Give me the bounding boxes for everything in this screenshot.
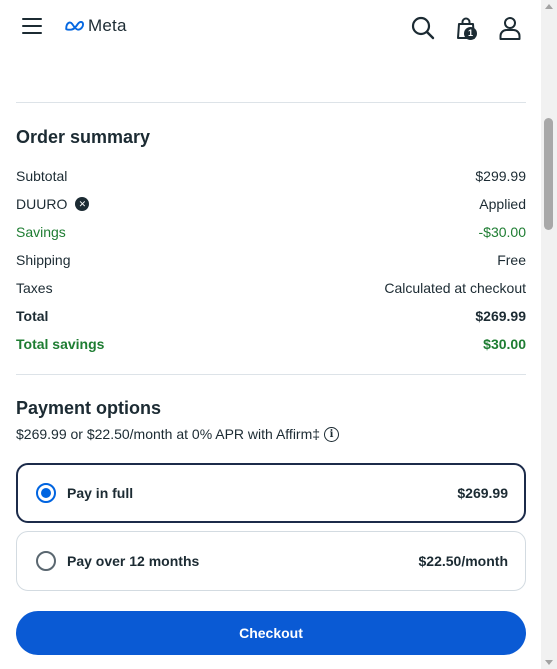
- affirm-text: $269.99 or $22.50/month at 0% APR with A…: [16, 426, 321, 442]
- taxes-label: Taxes: [16, 280, 53, 296]
- subtotal-value: $299.99: [475, 168, 526, 184]
- divider: [16, 102, 526, 103]
- taxes-value: Calculated at checkout: [384, 280, 526, 296]
- remove-promo-icon[interactable]: ✕: [75, 197, 90, 211]
- total-label: Total: [16, 308, 49, 324]
- menu-icon[interactable]: [22, 18, 42, 36]
- meta-logo[interactable]: Meta: [64, 16, 127, 36]
- user-icon[interactable]: [497, 15, 523, 41]
- pay-monthly-price: $22.50/month: [418, 553, 508, 569]
- promo-status: Applied: [479, 196, 526, 212]
- affirm-financing-text: $269.99 or $22.50/month at 0% APR with A…: [16, 426, 340, 442]
- savings-label: Savings: [16, 224, 66, 240]
- savings-row: Savings -$30.00: [16, 222, 526, 242]
- pay-monthly-option[interactable]: Pay over 12 months $22.50/month: [16, 531, 526, 591]
- cart-count-badge: 1: [464, 27, 477, 40]
- promo-code-label: DUURO: [16, 196, 68, 212]
- taxes-row: Taxes Calculated at checkout: [16, 278, 526, 298]
- total-savings-label: Total savings: [16, 336, 105, 352]
- shipping-value: Free: [497, 252, 526, 268]
- subtotal-label: Subtotal: [16, 168, 68, 184]
- checkout-button[interactable]: Checkout: [16, 611, 526, 655]
- subtotal-row: Subtotal $299.99: [16, 166, 526, 186]
- top-nav: Meta 1: [0, 0, 541, 56]
- shipping-label: Shipping: [16, 252, 71, 268]
- scrollbar-thumb[interactable]: [544, 118, 553, 230]
- checkout-page: Meta 1 Order summary Subtotal $299.99 DU…: [0, 0, 557, 669]
- search-icon[interactable]: [410, 15, 436, 41]
- shipping-row: Shipping Free: [16, 250, 526, 270]
- total-row: Total $269.99: [16, 306, 526, 326]
- radio-pay-monthly[interactable]: [36, 551, 56, 571]
- pay-in-full-label: Pay in full: [67, 485, 134, 501]
- pay-in-full-price: $269.99: [457, 485, 508, 501]
- pay-in-full-option[interactable]: Pay in full $269.99: [16, 463, 526, 523]
- total-savings-value: $30.00: [483, 336, 526, 352]
- total-value: $269.99: [475, 308, 526, 324]
- total-savings-row: Total savings $30.00: [16, 334, 526, 354]
- info-icon[interactable]: i: [324, 426, 340, 442]
- payment-options-title: Payment options: [16, 398, 162, 418]
- pay-monthly-label: Pay over 12 months: [67, 553, 200, 569]
- brand-name: Meta: [88, 16, 127, 35]
- scrollbar-track[interactable]: [541, 0, 557, 669]
- savings-value: -$30.00: [478, 224, 526, 240]
- scroll-down-arrow[interactable]: [545, 660, 553, 665]
- meta-logo-icon: [65, 21, 85, 31]
- radio-pay-in-full[interactable]: [36, 483, 56, 503]
- scroll-up-arrow[interactable]: [545, 4, 553, 9]
- divider: [16, 374, 526, 375]
- order-summary-title: Order summary: [16, 127, 151, 147]
- promo-row: DUURO ✕ Applied: [16, 194, 526, 214]
- cart-button[interactable]: 1: [454, 15, 480, 41]
